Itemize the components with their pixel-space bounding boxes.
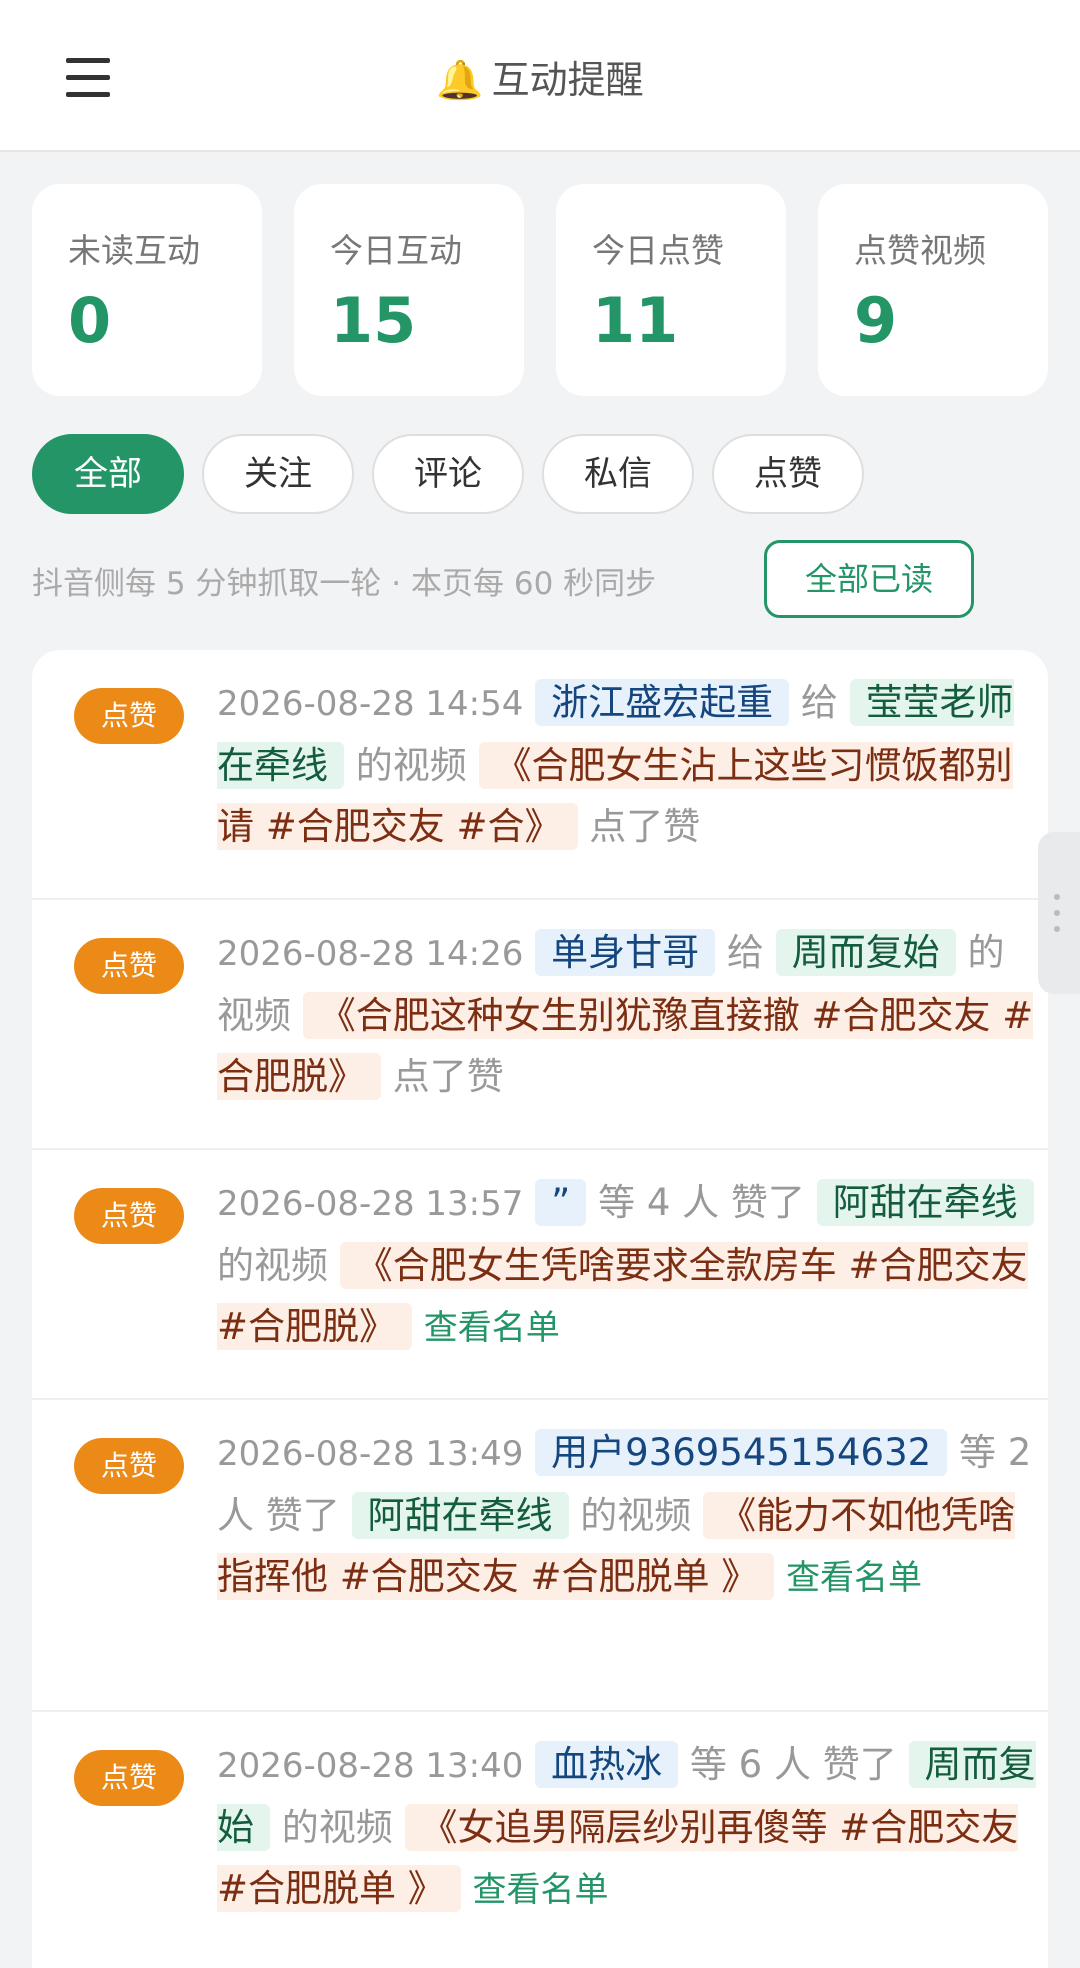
interaction-list: 点赞 2026-08-28 14:54 浙江盛宏起重 给 莹莹老师在牵线 的视频… <box>32 650 1048 1968</box>
user-name[interactable]: 血热冰 <box>535 1741 679 1788</box>
sync-row: 抖音侧每 5 分钟抓取一轮 · 本页每 60 秒同步 全部已读 <box>32 540 1032 620</box>
stat-label: 未读互动 <box>68 231 200 270</box>
item-time: 2026-08-28 13:49 <box>217 1434 524 1474</box>
user-name[interactable]: ” <box>535 1179 587 1226</box>
owner-name[interactable]: 阿甜在牵线 <box>351 1492 569 1539</box>
stat-value: 15 <box>330 284 417 357</box>
list-item[interactable]: 点赞 2026-08-28 14:54 浙江盛宏起重 给 莹莹老师在牵线 的视频… <box>32 650 1048 900</box>
bell-icon: 🔔 <box>436 58 484 102</box>
handle-dot <box>1054 910 1060 916</box>
stat-value: 11 <box>592 284 679 357</box>
sync-status: 抖音侧每 5 分钟抓取一轮 · 本页每 60 秒同步 <box>32 566 657 602</box>
tab-follow[interactable]: 关注 <box>202 434 354 514</box>
owner-name[interactable]: 阿甜在牵线 <box>816 1179 1034 1226</box>
list-item[interactable]: 点赞 2026-08-28 13:49 用户9369545154632 等 2 … <box>32 1400 1048 1712</box>
app-header: 🔔 互动提醒 <box>0 0 1080 152</box>
stat-value: 9 <box>854 284 898 357</box>
tab-like[interactable]: 点赞 <box>712 434 864 514</box>
tab-all[interactable]: 全部 <box>32 434 184 514</box>
user-name[interactable]: 用户9369545154632 <box>535 1429 948 1476</box>
owner-name[interactable]: 周而复始 <box>775 929 956 976</box>
page-title: 🔔 互动提醒 <box>0 52 1080 108</box>
of-video-text: 的视频 <box>281 1806 393 1849</box>
view-list-link[interactable]: 查看名单 <box>473 1870 609 1910</box>
of-video-text: 的视频 <box>217 1244 328 1287</box>
stat-card-unread: 未读互动 0 <box>32 184 262 396</box>
of-video-text: 的视频 <box>580 1494 692 1537</box>
stat-label: 点赞视频 <box>854 231 986 270</box>
video-title[interactable]: 《合肥女生凭啥要求全款房车 #合肥交友 #合肥脱》 <box>217 1242 1028 1350</box>
type-badge: 点赞 <box>74 1188 184 1244</box>
item-content: 2026-08-28 13:49 用户9369545154632 等 2 人 赞… <box>217 1422 1037 1609</box>
tail-text: 点了赞 <box>392 1055 504 1098</box>
side-drawer-handle[interactable] <box>1038 832 1080 994</box>
stat-label: 今日互动 <box>330 231 462 270</box>
filter-tabs: 全部 关注 评论 私信 点赞 <box>32 434 1032 514</box>
type-badge: 点赞 <box>74 938 184 994</box>
item-time: 2026-08-28 13:57 <box>217 1184 524 1224</box>
action-text: 等 4 人 赞了 <box>598 1181 805 1224</box>
mark-all-read-button[interactable]: 全部已读 <box>764 540 974 618</box>
stat-value: 0 <box>68 284 112 357</box>
tab-comment[interactable]: 评论 <box>372 434 524 514</box>
stats-row: 未读互动 0 今日互动 15 今日点赞 11 点赞视频 9 <box>32 184 1048 396</box>
item-content: 2026-08-28 13:40 血热冰 等 6 人 赞了 周而复始 的视频 《… <box>217 1734 1037 1921</box>
action-text: 给 <box>726 931 764 974</box>
of-video-text: 的视频 <box>355 744 467 787</box>
user-name[interactable]: 单身甘哥 <box>535 929 716 976</box>
item-time: 2026-08-28 14:26 <box>217 934 524 974</box>
tail-text: 点了赞 <box>589 805 701 848</box>
item-content: 2026-08-28 13:57 ” 等 4 人 赞了 阿甜在牵线 的视频 《合… <box>217 1172 1037 1359</box>
view-list-link[interactable]: 查看名单 <box>424 1308 560 1348</box>
item-content: 2026-08-28 14:54 浙江盛宏起重 给 莹莹老师在牵线 的视频 《合… <box>217 672 1037 857</box>
handle-dot <box>1054 926 1060 932</box>
type-badge: 点赞 <box>74 1438 184 1494</box>
stat-card-today-interactions: 今日互动 15 <box>294 184 524 396</box>
item-time: 2026-08-28 14:54 <box>217 684 524 724</box>
item-content: 2026-08-28 14:26 单身甘哥 给 周而复始 的视频 《合肥这种女生… <box>217 922 1037 1107</box>
list-item[interactable]: 点赞 2026-08-28 13:40 血热冰 等 6 人 赞了 周而复始 的视… <box>32 1712 1048 1968</box>
type-badge: 点赞 <box>74 1750 184 1806</box>
stat-card-today-likes: 今日点赞 11 <box>556 184 786 396</box>
action-text: 等 6 人 赞了 <box>689 1743 897 1786</box>
action-text: 给 <box>800 681 838 724</box>
user-name[interactable]: 浙江盛宏起重 <box>535 679 790 726</box>
handle-dot <box>1054 894 1060 900</box>
page-title-text: 互动提醒 <box>491 58 644 102</box>
stat-card-liked-videos: 点赞视频 9 <box>818 184 1048 396</box>
list-item[interactable]: 点赞 2026-08-28 13:57 ” 等 4 人 赞了 阿甜在牵线 的视频… <box>32 1150 1048 1400</box>
video-title[interactable]: 《合肥这种女生别犹豫直接撤 #合肥交友 #合肥脱》 <box>217 992 1034 1100</box>
stat-label: 今日点赞 <box>592 231 724 270</box>
view-list-link[interactable]: 查看名单 <box>786 1558 922 1598</box>
tab-message[interactable]: 私信 <box>542 434 694 514</box>
item-time: 2026-08-28 13:40 <box>217 1746 524 1786</box>
type-badge: 点赞 <box>74 688 184 744</box>
list-item[interactable]: 点赞 2026-08-28 14:26 单身甘哥 给 周而复始 的视频 《合肥这… <box>32 900 1048 1150</box>
